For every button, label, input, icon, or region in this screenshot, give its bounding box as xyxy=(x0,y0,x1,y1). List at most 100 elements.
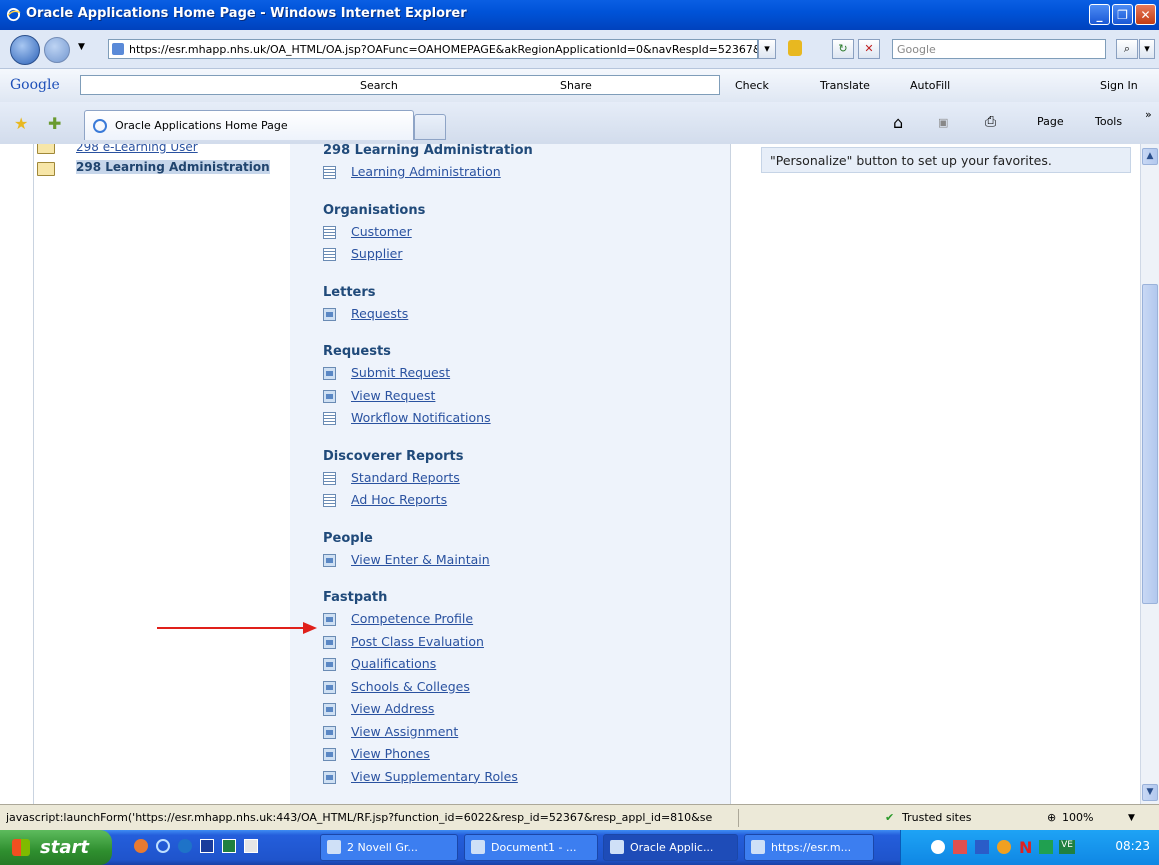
tab-oracle-home[interactable]: Oracle Applications Home Page xyxy=(84,110,414,140)
chevron-more-icon[interactable]: » xyxy=(1145,108,1152,121)
zoom-level[interactable]: 100% xyxy=(1062,809,1093,827)
quicklaunch-browser-icon[interactable] xyxy=(178,839,192,853)
status-bar: javascript:launchForm('https://esr.mhapp… xyxy=(0,804,1159,831)
minimize-button[interactable]: _ xyxy=(1089,4,1110,25)
window-title-bar[interactable]: Oracle Applications Home Page - Windows … xyxy=(0,0,1159,30)
refresh-button[interactable]: ↻ xyxy=(832,39,854,59)
quicklaunch-desktop-icon[interactable] xyxy=(244,839,258,853)
tree-item-learning-admin[interactable]: 298 Learning Administration xyxy=(76,160,270,174)
nav-link-label[interactable]: Learning Administration xyxy=(351,164,501,179)
print-icon[interactable]: ⎙ xyxy=(985,114,996,130)
scroll-down-button[interactable]: ▼ xyxy=(1142,784,1158,801)
nav-link-label[interactable]: Supplier xyxy=(351,246,403,261)
form-icon xyxy=(323,703,336,716)
section-title: Requests xyxy=(323,344,391,359)
tray-n-icon[interactable]: N xyxy=(1019,838,1032,857)
start-button[interactable]: start xyxy=(0,830,112,865)
maximize-button[interactable]: ❐ xyxy=(1112,4,1133,25)
nav-link-label[interactable]: Submit Request xyxy=(351,365,450,380)
scroll-thumb[interactable] xyxy=(1142,284,1158,604)
folder-icon xyxy=(37,144,55,154)
url-dropdown-button[interactable]: ▾ xyxy=(758,39,776,59)
favorites-star-icon[interactable]: ★ xyxy=(14,114,28,133)
back-button[interactable] xyxy=(10,35,40,65)
form-icon xyxy=(323,658,336,671)
favorites-pane: "Personalize" button to set up your favo… xyxy=(731,144,1140,804)
quicklaunch-excel-icon[interactable] xyxy=(222,839,236,853)
folder-icon xyxy=(37,162,55,176)
nav-link-label[interactable]: Workflow Notifications xyxy=(351,410,491,425)
taskbar-item-oracle[interactable]: Oracle Applic... xyxy=(603,834,738,861)
new-tab-button[interactable] xyxy=(414,114,446,140)
form-icon xyxy=(323,389,336,403)
nav-link-label[interactable]: Customer xyxy=(351,224,412,239)
nav-link-label[interactable]: View Supplementary Roles xyxy=(351,769,518,784)
tree-item-elearning-user[interactable]: 298 e-Learning User xyxy=(76,144,198,154)
quicklaunch-ie-icon[interactable] xyxy=(156,839,170,853)
tray-app-icon[interactable] xyxy=(975,840,989,854)
zoom-dropdown-icon[interactable]: ▼ xyxy=(1128,809,1135,827)
stop-button[interactable]: ✕ xyxy=(858,39,880,59)
section-title: Letters xyxy=(323,284,376,300)
add-favorites-icon[interactable]: ✚ xyxy=(48,114,61,133)
form-icon xyxy=(323,367,336,380)
clock: 08:23 xyxy=(1115,839,1150,853)
sign-in-button[interactable]: Sign In xyxy=(1100,79,1138,92)
security-zone[interactable]: Trusted sites xyxy=(902,809,972,827)
home-icon[interactable]: ⌂ xyxy=(893,113,903,132)
nav-link-label[interactable]: View Enter & Maintain xyxy=(351,552,490,567)
nav-link-label[interactable]: Schools & Colleges xyxy=(351,679,470,694)
nav-link-label[interactable]: Requests xyxy=(351,306,408,321)
close-button[interactable]: ✕ xyxy=(1135,4,1156,25)
navigator-pane: 298 Learning Administration Learning Admi… xyxy=(290,144,731,804)
taskbar-item-novell[interactable]: 2 Novell Gr... xyxy=(320,834,458,861)
vertical-scrollbar[interactable]: ▲ ▼ xyxy=(1140,144,1159,804)
red-arrow-annotation xyxy=(157,622,317,634)
page-menu[interactable]: Page xyxy=(1037,115,1064,128)
ie-logo-icon xyxy=(6,7,21,22)
nav-link-label[interactable]: Post Class Evaluation xyxy=(351,634,484,649)
nav-link-label[interactable]: View Phones xyxy=(351,746,430,761)
quicklaunch-word-icon[interactable] xyxy=(200,839,214,853)
tray-back-icon[interactable] xyxy=(931,840,945,854)
forward-button[interactable] xyxy=(44,37,70,63)
nav-link-label[interactable]: View Assignment xyxy=(351,724,458,739)
responsibility-tree: 298 e-Learning User 298 Learning Adminis… xyxy=(33,144,292,804)
feeds-icon[interactable]: ▣ xyxy=(938,116,948,129)
lock-icon[interactable] xyxy=(788,40,802,56)
window-title: Oracle Applications Home Page - Windows … xyxy=(26,6,467,21)
form-icon xyxy=(323,770,336,784)
quicklaunch-novell-icon[interactable] xyxy=(134,839,148,853)
nav-link-label[interactable]: Competence Profile xyxy=(351,611,473,626)
scroll-up-button[interactable]: ▲ xyxy=(1142,148,1158,165)
ie-icon xyxy=(610,840,624,854)
autofill-button[interactable]: AutoFill xyxy=(910,79,950,92)
url-input[interactable]: https://esr.mhapp.nhs.uk/OA_HTML/OA.jsp?… xyxy=(108,39,758,59)
section-title: Discoverer Reports xyxy=(323,448,464,464)
search-options-button[interactable]: ▾ xyxy=(1139,39,1155,59)
tray-app-icon[interactable] xyxy=(953,840,967,854)
nav-link-label[interactable]: Ad Hoc Reports xyxy=(351,492,447,507)
form-icon xyxy=(323,725,336,739)
share-button[interactable]: Share xyxy=(560,79,592,92)
google-toolbar: Google Search Share Check Translate Auto… xyxy=(0,69,1159,103)
tools-menu[interactable]: Tools xyxy=(1095,115,1122,128)
tray-app-icon[interactable] xyxy=(997,840,1011,854)
google-search-button[interactable]: Search xyxy=(360,79,398,92)
spell-check-button[interactable]: Check xyxy=(735,79,769,92)
ie-icon xyxy=(751,840,765,854)
tray-app-icon[interactable]: VE xyxy=(1059,840,1075,854)
nav-link-label[interactable]: View Address xyxy=(351,701,434,716)
google-search-input[interactable] xyxy=(80,75,720,95)
translate-button[interactable]: Translate xyxy=(820,79,870,92)
nav-link-label[interactable]: View Request xyxy=(351,388,435,403)
tray-app-icon[interactable] xyxy=(1039,840,1053,854)
section-title: 298 Learning Administration xyxy=(323,144,533,158)
recent-pages-dropdown-icon[interactable]: ▼ xyxy=(78,42,85,52)
search-input[interactable]: Google xyxy=(892,39,1106,59)
nav-link-label[interactable]: Standard Reports xyxy=(351,470,460,485)
nav-link-label[interactable]: Qualifications xyxy=(351,656,436,671)
search-icon[interactable]: ⌕ xyxy=(1116,39,1138,59)
taskbar-item-document1[interactable]: Document1 - ... xyxy=(464,834,598,861)
taskbar-item-esr[interactable]: https://esr.m... xyxy=(744,834,874,861)
